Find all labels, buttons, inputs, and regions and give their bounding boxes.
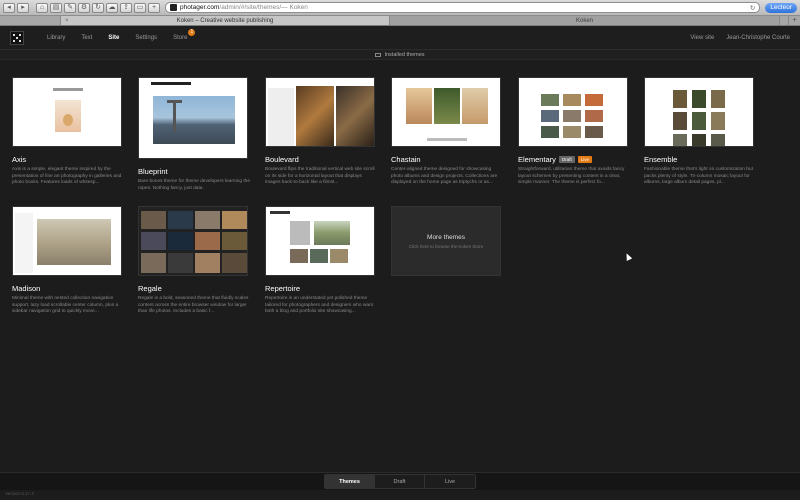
address-path: /admin/#/site/themes/ — [219, 4, 282, 11]
theme-card-regale[interactable]: Regale Regale is a bold, seasoned theme … — [138, 206, 248, 316]
theme-description: Center-aligned theme designed for showca… — [391, 167, 498, 185]
theme-name: Repertoire — [265, 284, 301, 293]
nav-text[interactable]: Text — [73, 26, 100, 50]
theme-name: Ensemble — [644, 155, 678, 164]
draft-tag: Draft — [558, 156, 575, 163]
browser-toolbar: ◂ ▸ ⌂ ▤ ✎ ⚙ ↻ ☁ ⇪ ▭ + photager.com /admi… — [0, 0, 800, 16]
theme-thumbnail[interactable] — [265, 77, 375, 147]
theme-description: Bare bones theme for theme developers le… — [138, 179, 250, 191]
theme-description: Fashionable theme that's light on custom… — [644, 167, 753, 185]
bookmarks-icon[interactable]: ▤ — [50, 2, 62, 13]
user-name[interactable]: Jean-Christophe Courte — [726, 35, 790, 41]
nav-store-label: Store — [173, 34, 188, 41]
theme-filter-tabs: Themes Draft Live — [324, 474, 476, 489]
theme-name: Boulevard — [265, 155, 299, 164]
more-themes-title: More themes — [427, 233, 465, 241]
theme-description: Axis is a simple, elegant theme inspired… — [12, 167, 122, 185]
installed-themes-label: Installed themes — [384, 51, 425, 58]
nav-store[interactable]: Store 1 — [165, 26, 196, 50]
koken-logo[interactable] — [10, 30, 24, 45]
more-themes-card[interactable]: More themes Click here to browse the Kok… — [391, 206, 501, 276]
home-icon[interactable]: ⌂ — [36, 2, 48, 13]
store-badge: 1 — [188, 28, 196, 36]
theme-thumbnail[interactable] — [644, 77, 754, 147]
theme-name: Madison — [12, 284, 41, 293]
main-nav: Library Text Site Settings Store 1 — [39, 26, 196, 50]
share-icon[interactable]: ⇪ — [120, 2, 132, 13]
theme-card-boulevard[interactable]: Boulevard Boulevard flips the traditiona… — [265, 77, 375, 187]
print-icon[interactable]: ▭ — [134, 2, 146, 13]
forward-icon[interactable]: ▸ — [17, 2, 29, 13]
reload-icon[interactable]: ↻ — [750, 4, 755, 12]
theme-thumbnail[interactable] — [12, 77, 122, 147]
new-tab-icon[interactable]: + — [788, 16, 800, 25]
nav-site[interactable]: Site — [100, 26, 127, 50]
browser-tab-active[interactable]: × Koken – Creative website publishing — [60, 16, 390, 25]
back-icon[interactable]: ◂ — [3, 2, 15, 13]
tab-live[interactable]: Live — [425, 475, 475, 488]
theme-card-madison[interactable]: Madison Minimal theme with nested collec… — [12, 206, 122, 316]
theme-card-blueprint[interactable]: Blueprint Bare bones theme for theme dev… — [138, 77, 250, 192]
address-domain: photager.com — [180, 4, 220, 11]
theme-card-axis[interactable]: Axis Axis is a simple, elegant theme ins… — [12, 77, 122, 187]
add-bookmark-icon[interactable]: + — [148, 2, 160, 13]
installed-themes-bar: Installed themes — [0, 50, 800, 60]
nav-library[interactable]: Library — [39, 26, 73, 50]
app-header: Library Text Site Settings Store 1 View … — [0, 26, 800, 50]
nav-settings[interactable]: Settings — [127, 26, 165, 50]
theme-thumbnail[interactable] — [12, 206, 122, 276]
theme-thumbnail[interactable] — [518, 77, 628, 147]
theme-card-ensemble[interactable]: Ensemble Fashionable theme that's light … — [644, 77, 754, 187]
theme-card-chastain[interactable]: Chastain Center-aligned theme designed f… — [391, 77, 501, 187]
browser-tabbar: × Koken – Creative website publishing Ko… — [0, 16, 800, 26]
history-icon[interactable]: ↻ — [92, 2, 104, 13]
theme-thumbnail[interactable] — [265, 206, 375, 276]
live-tag: Live — [577, 156, 592, 163]
more-themes-subtitle: Click here to browse the Koken Store — [408, 243, 484, 249]
theme-name: Blueprint — [138, 167, 168, 176]
theme-name: Chastain — [391, 155, 421, 164]
reader-button[interactable]: Lecteur — [765, 2, 797, 13]
site-favicon-icon — [170, 4, 177, 11]
theme-thumbnail[interactable] — [391, 77, 501, 147]
theme-description: Straightforward, utilitarian theme that … — [518, 167, 625, 185]
tab-label: Koken – Creative website publishing — [176, 17, 274, 24]
extensions-icon[interactable]: ✎ — [64, 2, 76, 13]
tab-draft[interactable]: Draft — [375, 475, 425, 488]
theme-name: Regale — [138, 284, 162, 293]
close-icon[interactable]: × — [65, 18, 69, 24]
theme-description: Regale is a bold, seasoned theme that fl… — [138, 296, 249, 314]
theme-thumbnail[interactable] — [138, 206, 248, 276]
theme-name: Elementary — [518, 155, 556, 164]
theme-name: Axis — [12, 155, 27, 164]
address-title: — Koken — [281, 4, 308, 11]
theme-description: Boulevard flips the traditional vertical… — [265, 167, 375, 185]
theme-card-repertoire[interactable]: Repertoire Repertoire is an understated … — [265, 206, 375, 316]
cloud-icon[interactable]: ☁ — [106, 2, 118, 13]
theme-description: Repertoire is an understated yet polishe… — [265, 296, 373, 314]
mouse-cursor-icon — [623, 252, 633, 261]
version-label: Version 0.17.4 — [5, 491, 34, 496]
themes-icon — [375, 52, 382, 57]
settings-icon[interactable]: ⚙ — [78, 2, 90, 13]
theme-description: Minimal theme with nested collection nav… — [12, 296, 119, 314]
bottom-bar: Themes Draft Live — [0, 472, 800, 490]
tab-label: Koken — [575, 17, 593, 24]
more-themes-button[interactable]: More themes Click here to browse the Kok… — [391, 206, 501, 276]
theme-card-elementary[interactable]: Elementary Draft Live Straightforward, u… — [518, 77, 628, 187]
theme-thumbnail[interactable] — [138, 77, 248, 159]
view-site-link[interactable]: View site — [690, 35, 714, 41]
address-bar[interactable]: photager.com /admin/#/site/themes/ — Kok… — [165, 2, 761, 13]
tab-themes[interactable]: Themes — [325, 475, 375, 488]
browser-tab[interactable]: Koken — [390, 16, 780, 25]
